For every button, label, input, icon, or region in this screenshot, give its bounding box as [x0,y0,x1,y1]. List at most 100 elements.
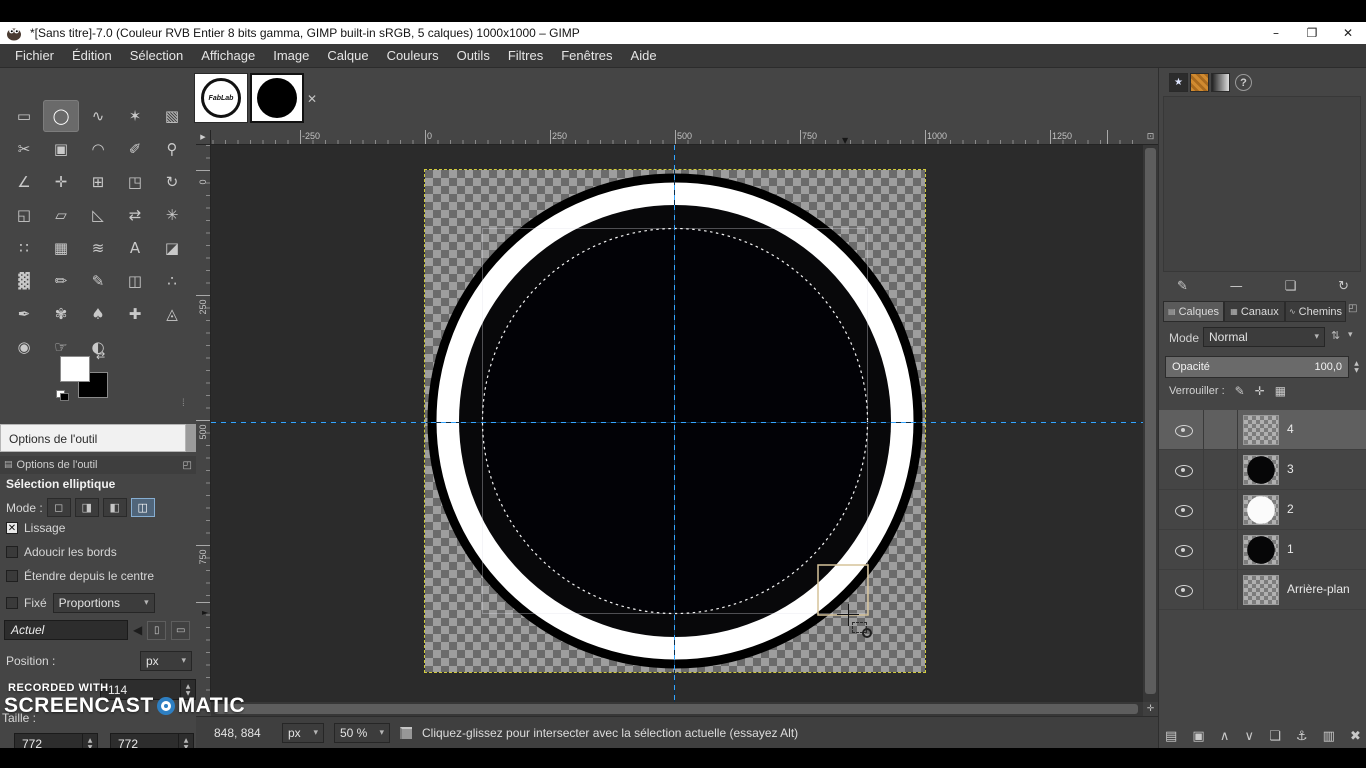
brushes-refresh-icon[interactable]: ↻ [1338,279,1349,294]
dock-corner-icon[interactable]: ◰ [1348,303,1357,314]
tool-cage-transform[interactable]: ▦ [43,232,79,264]
tool-perspective[interactable]: ◺ [80,199,116,231]
menu-item-9-fenêtres[interactable]: Fenêtres [552,45,621,66]
mode-switch-icon[interactable]: ⇅ [1331,329,1340,342]
layer-thumbnail[interactable] [1243,455,1279,485]
new-group-icon[interactable]: ▣ [1192,729,1204,744]
tool-eraser[interactable]: ◫ [117,265,153,297]
image-tab-current[interactable] [250,73,304,123]
layer-row[interactable]: 2 [1159,490,1366,530]
image-tab-fablab[interactable]: FabLab [194,73,248,123]
tool-text[interactable]: A [117,232,153,264]
canvas-viewport[interactable] [211,145,1143,702]
brushes-dialog-tab[interactable]: ★ [1169,73,1188,92]
spin-up-icon[interactable]: ▲ [1354,360,1359,367]
swap-colors-icon[interactable]: ⇄ [96,349,105,362]
tool-ellipse-select[interactable]: ◯ [43,100,79,132]
visibility-eye-icon[interactable] [1175,505,1193,517]
landscape-icon[interactable]: ▭ [171,620,191,640]
tab-chemins[interactable]: ∿ Chemins [1285,301,1346,322]
vertical-guide[interactable] [674,145,675,702]
menu-item-7-outils[interactable]: Outils [448,45,499,66]
chevron-down-icon[interactable]: ▾ [1348,330,1353,340]
mode-replace-button[interactable]: ◻ [46,498,71,517]
menu-item-5-calque[interactable]: Calque [318,45,377,66]
tool-scale[interactable]: ◱ [6,199,42,231]
tool-paintbrush[interactable]: ✎ [80,265,116,297]
portrait-icon[interactable]: ▯ [147,620,167,640]
tool-gradient[interactable]: ▓ [6,265,42,297]
expand-center-checkbox[interactable] [6,570,18,582]
gradients-dialog-tab[interactable] [1211,73,1230,92]
layer-row[interactable]: 3 [1159,450,1366,490]
brush-duplicate-icon[interactable]: ❏ [1285,279,1297,294]
tab-close-icon[interactable]: ✕ [307,92,317,106]
vertical-scrollbar-thumb[interactable] [1145,148,1156,694]
anchor-layer-icon[interactable]: ⚓ [1296,729,1308,744]
tool-zoom[interactable]: ⚲ [154,133,190,165]
menu-item-4-image[interactable]: Image [264,45,318,66]
ruler-corner-button[interactable]: ▶ [196,130,211,145]
mode-subtract-button[interactable]: ◧ [102,498,127,517]
zoom-select[interactable]: 50 % ▾ [334,722,390,743]
layer-thumbnail[interactable] [1243,495,1279,525]
tool-scissors-select[interactable]: ✂ [6,133,42,165]
close-icon[interactable]: ✕ [1330,22,1366,44]
tool-measure[interactable]: ∠ [6,166,42,198]
tool-options-float-grip[interactable] [186,424,196,452]
tab-canaux[interactable]: ▦ Canaux [1224,301,1285,322]
menu-item-3-affichage[interactable]: Affichage [192,45,264,66]
menu-item-1-édition[interactable]: Édition [63,45,121,66]
horizontal-scrollbar[interactable] [211,702,1143,716]
raise-layer-icon[interactable]: ∧ [1220,729,1230,744]
lock-position-icon[interactable]: ✛ [1255,384,1265,398]
merge-layer-icon[interactable]: ▥ [1323,729,1335,744]
layer-mode-select[interactable]: Normal ▾ [1203,327,1325,347]
tool-color-picker[interactable]: ✐ [117,133,153,165]
spin-down-icon[interactable]: ▼ [1354,367,1359,374]
brushes-list-area[interactable] [1163,96,1361,272]
tool-bucket-fill[interactable]: ◪ [154,232,190,264]
aspect-ratio-input[interactable]: Actuel [4,620,128,640]
horizontal-scrollbar-thumb[interactable] [214,704,1138,714]
proportions-select[interactable]: Proportions ▾ [52,593,155,613]
tool-warp-transform[interactable]: ≋ [80,232,116,264]
tool-alignment[interactable]: ⊞ [80,166,116,198]
lock-alpha-icon[interactable]: ▦ [1275,384,1286,398]
position-unit-select[interactable]: px ▾ [140,651,192,671]
visibility-eye-icon[interactable] [1175,425,1193,437]
layer-thumbnail[interactable] [1243,575,1279,605]
layer-row[interactable]: 4 [1159,410,1366,450]
menu-item-2-sélection[interactable]: Sélection [121,45,192,66]
lock-pixels-icon[interactable]: ✎ [1235,384,1245,398]
layer-thumbnail[interactable] [1243,415,1279,445]
menu-item-0-fichier[interactable]: Fichier [6,45,63,66]
visibility-eye-icon[interactable] [1175,465,1193,477]
horizontal-ruler[interactable]: -250 0 250 500 750 1000 1250 ▼ [211,130,1143,145]
tool-mypaint-brush[interactable]: ✾ [43,298,79,330]
tool-blur-sharpen[interactable]: ◉ [6,331,42,363]
tool-heal[interactable]: ✚ [117,298,153,330]
tool-crop[interactable]: ◳ [117,166,153,198]
tool-ink[interactable]: ✒ [6,298,42,330]
duplicate-layer-icon[interactable]: ❏ [1269,729,1281,744]
menu-item-8-filtres[interactable]: Filtres [499,45,552,66]
opacity-stepper[interactable]: ▲ ▼ [1351,356,1362,378]
layer-thumbnail[interactable] [1243,535,1279,565]
unit-select[interactable]: px ▾ [282,722,324,743]
tab-calques[interactable]: ▤ Calques [1163,301,1224,322]
feather-checkbox[interactable] [6,546,18,558]
fixed-checkbox[interactable] [6,597,18,609]
spin-up-icon[interactable]: ▲ [88,737,93,744]
tool-handle-transform[interactable]: ∷ [6,232,42,264]
new-layer-icon[interactable]: ▤ [1165,729,1177,744]
horizontal-guide[interactable] [211,422,1143,423]
layer-row[interactable]: 1 [1159,530,1366,570]
brush-new-icon[interactable]: — [1230,279,1243,294]
layer-row[interactable]: Arrière-plan [1159,570,1366,610]
visibility-eye-icon[interactable] [1175,545,1193,557]
menu-item-10-aide[interactable]: Aide [622,45,666,66]
tool-clone[interactable]: ♠ [80,298,116,330]
lower-layer-icon[interactable]: ∨ [1244,729,1254,744]
restore-icon[interactable]: ❐ [1294,22,1330,44]
